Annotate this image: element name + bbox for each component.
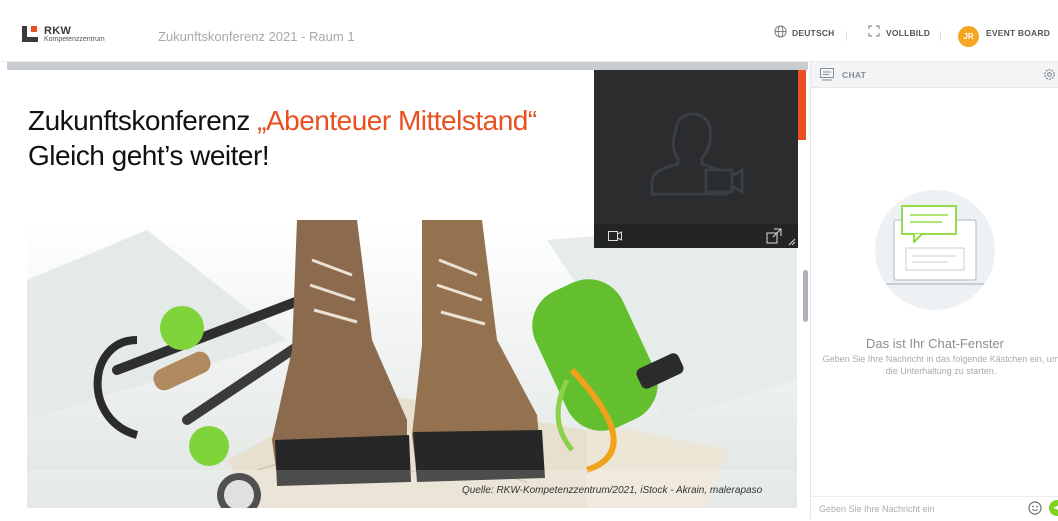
chat-empty-title: Das ist Ihr Chat-Fenster [866, 336, 1004, 351]
fullscreen-button[interactable]: VOLLBILD [868, 25, 931, 38]
language-button[interactable]: DEUTSCH [774, 25, 835, 38]
chat-input-bar [811, 496, 1058, 519]
popout-icon[interactable] [766, 228, 782, 244]
user-video-placeholder-icon [650, 112, 744, 196]
globe-icon [774, 25, 787, 38]
chat-icon [820, 68, 834, 81]
slide-title: Zukunftskonferenz „Abenteuer Mittelstand… [28, 105, 537, 136]
logo-subtitle: Kompetenzzentrum [44, 36, 105, 43]
rkw-logo[interactable]: RKW Kompetenzzentrum [22, 25, 130, 47]
slide-photo-hiking-boots [27, 220, 797, 508]
room-title: Zukunftskonferenz 2021 - Raum 1 [158, 29, 355, 44]
stage-scrollbar[interactable] [803, 270, 808, 322]
slide-title-accent: „Abenteuer Mittelstand“ [257, 105, 537, 136]
gear-icon[interactable] [1042, 67, 1057, 82]
chat-message-input[interactable] [819, 501, 1019, 517]
chat-header: CHAT [811, 62, 1058, 88]
send-button[interactable] [1049, 500, 1058, 516]
resize-handle-icon[interactable] [788, 238, 796, 246]
emoji-icon[interactable] [1028, 501, 1042, 515]
rkw-logo-mark [22, 26, 38, 42]
user-avatar[interactable]: JR [958, 26, 979, 47]
slide-subtitle: Gleich geht’s weiter! [28, 140, 270, 171]
stage-topbar [7, 62, 808, 70]
chat-empty-illustration [875, 190, 995, 310]
send-icon [1053, 505, 1058, 511]
expand-icon [868, 25, 880, 37]
video-controls [594, 224, 798, 248]
camera-icon[interactable] [608, 231, 622, 241]
chat-panel: CHAT Das ist Ihr Chat-Fenster Geben Sie … [810, 62, 1058, 519]
language-label: DEUTSCH [792, 28, 835, 38]
fullscreen-label: VOLLBILD [886, 28, 931, 38]
chat-empty-description: Geben Sie Ihre Nachricht in das folgende… [822, 354, 1058, 376]
slide-image-caption: Quelle: RKW-Kompetenzzentrum/2021, iStoc… [462, 485, 763, 496]
app-header: RKW Kompetenzzentrum Zukunftskonferenz 2… [0, 0, 1058, 62]
self-video-panel[interactable] [594, 70, 798, 248]
event-board-button[interactable]: EVENT BOARD [986, 28, 1050, 38]
chat-header-label: CHAT [842, 70, 867, 80]
stage-accent-strip [798, 70, 806, 140]
